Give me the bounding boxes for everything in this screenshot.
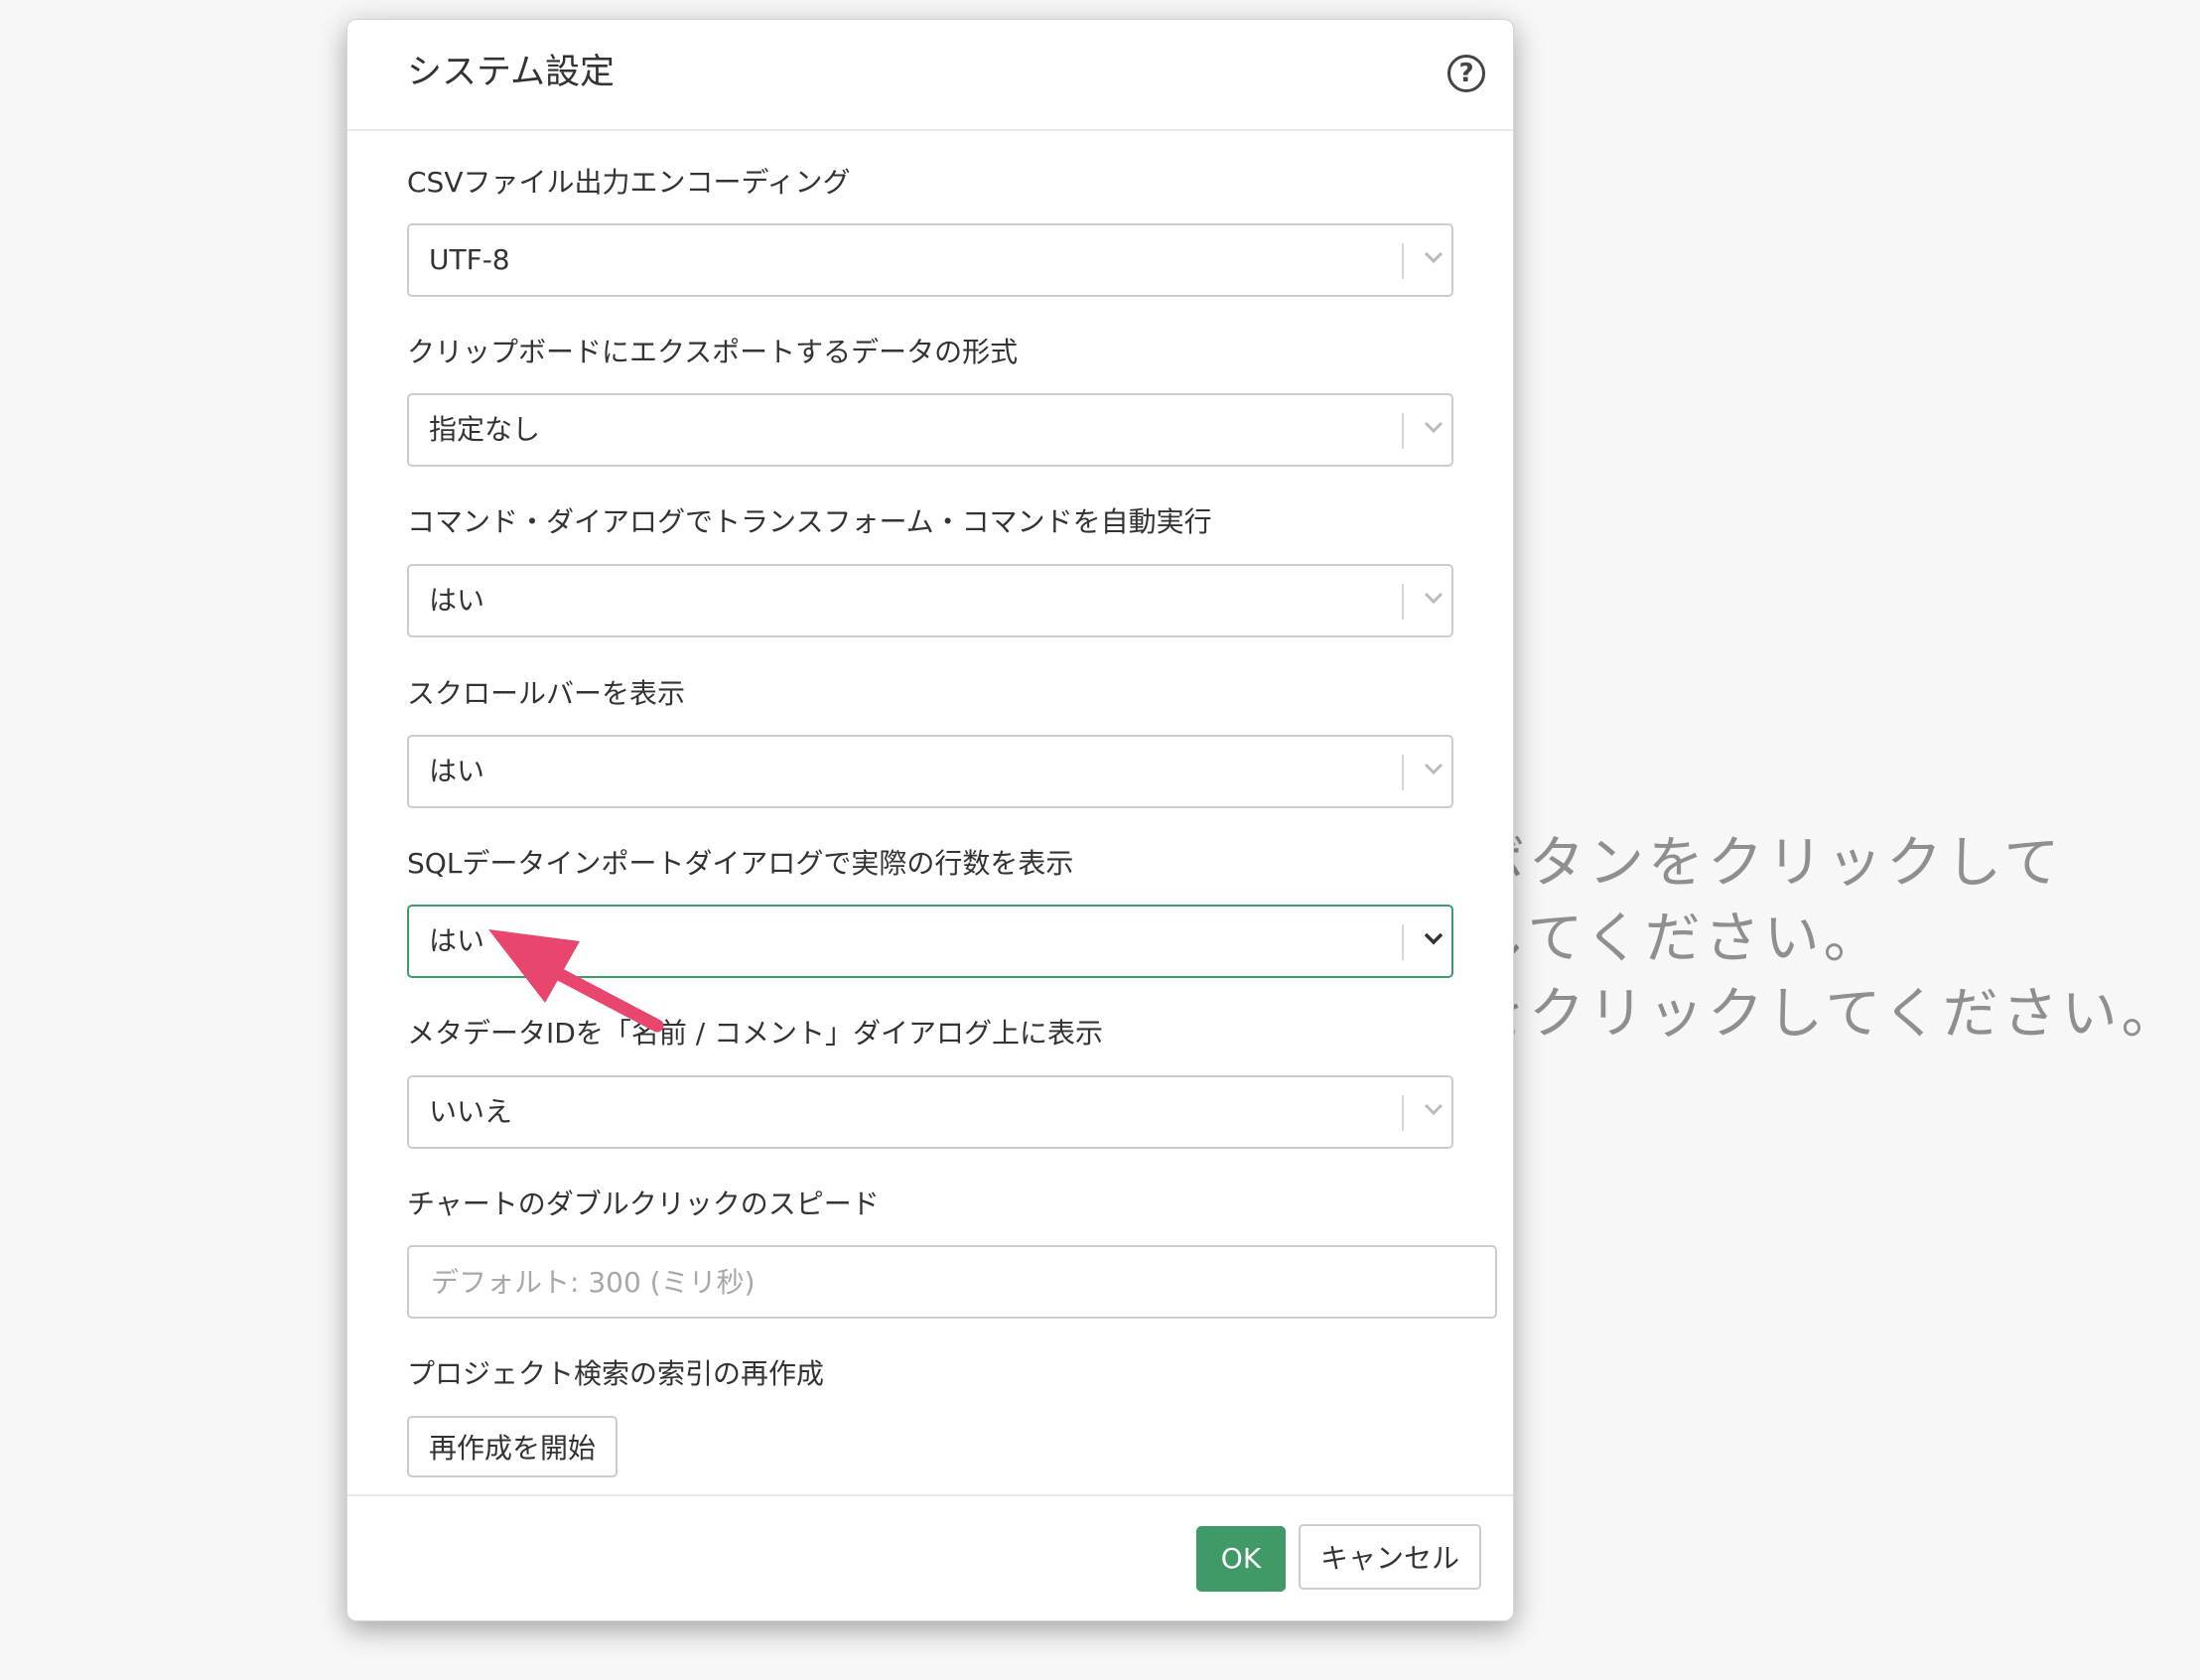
csv-encoding-select[interactable]: UTF-8 — [407, 223, 1453, 297]
background-line: してください。 — [1469, 907, 1883, 971]
double-click-speed-input[interactable] — [407, 1245, 1497, 1319]
question-circle-icon[interactable]: ? — [1447, 55, 1485, 92]
start-rebuild-button[interactable]: 再作成を開始 — [407, 1416, 618, 1477]
dialog-title: システム設定 — [407, 53, 615, 92]
background-instructions: ボタンをクリックして してください。 をクリックしてください。 — [1469, 826, 2181, 1052]
background-line: ボタンをクリックして — [1469, 831, 2064, 896]
show-scrollbar-label: スクロールバーを表示 — [407, 677, 686, 710]
chevron-down-icon — [1420, 584, 1447, 612]
rebuild-index-label: プロジェクト検索の索引の再作成 — [407, 1357, 825, 1390]
sql-import-row-count-select[interactable]: はい — [407, 905, 1453, 978]
chevron-down-icon — [1420, 413, 1447, 441]
select-divider — [1402, 924, 1404, 960]
background-line: をクリックしてください。 — [1469, 982, 2181, 1047]
select-value: はい — [429, 755, 485, 787]
dialog-header: システム設定 ? — [347, 20, 1513, 131]
chevron-down-icon — [1420, 243, 1447, 271]
select-divider — [1402, 755, 1404, 790]
select-divider — [1402, 584, 1404, 620]
select-value: はい — [429, 584, 485, 617]
select-value: いいえ — [429, 1095, 513, 1128]
auto-run-transform-select[interactable]: はい — [407, 564, 1453, 637]
select-divider — [1402, 1095, 1404, 1131]
ok-button[interactable]: OK — [1196, 1526, 1286, 1592]
sql-import-row-count-label: SQLデータインポートダイアログで実際の行数を表示 — [407, 847, 1074, 880]
metadata-id-select[interactable]: いいえ — [407, 1075, 1453, 1149]
system-settings-dialog: システム設定 ? CSVファイル出力エンコーディング UTF-8 クリップボード… — [346, 19, 1514, 1621]
select-divider — [1402, 413, 1404, 449]
metadata-id-label: メタデータIDを「名前 / コメント」ダイアログ上に表示 — [407, 1017, 1104, 1050]
screen: ボタンをクリックして してください。 をクリックしてください。 システム設定 ?… — [0, 0, 2200, 1680]
double-click-speed-label: チャートのダブルクリックのスピード — [407, 1188, 880, 1220]
chevron-down-icon — [1420, 924, 1447, 952]
csv-encoding-label: CSVファイル出力エンコーディング — [407, 166, 851, 199]
clipboard-format-select[interactable]: 指定なし — [407, 393, 1453, 467]
clipboard-format-label: クリップボードにエクスポートするデータの形式 — [407, 336, 1019, 368]
select-value: UTF-8 — [429, 243, 510, 276]
chevron-down-icon — [1420, 755, 1447, 782]
show-scrollbar-select[interactable]: はい — [407, 735, 1453, 808]
cancel-button[interactable]: キャンセル — [1299, 1524, 1481, 1590]
select-value: はい — [429, 924, 485, 957]
auto-run-transform-label: コマンド・ダイアログでトランスフォーム・コマンドを自動実行 — [407, 505, 1212, 538]
dialog-footer: OK キャンセル — [347, 1494, 1513, 1620]
chevron-down-icon — [1420, 1095, 1447, 1123]
select-value: 指定なし — [429, 413, 541, 446]
select-divider — [1402, 243, 1404, 279]
